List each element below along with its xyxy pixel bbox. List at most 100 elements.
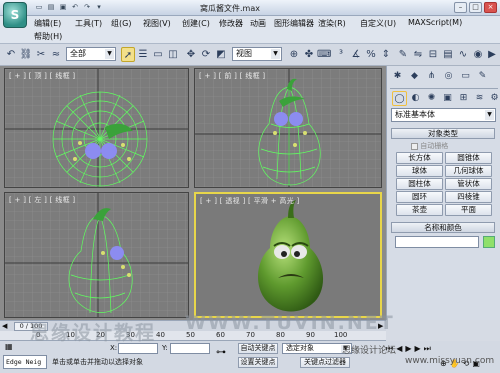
- window-crossing-icon[interactable]: ◫: [166, 47, 180, 62]
- cone-button[interactable]: 圆锥体: [445, 152, 492, 164]
- link-icon[interactable]: ⛓: [19, 47, 33, 62]
- minimize-button[interactable]: –: [454, 2, 467, 13]
- manipulate-icon[interactable]: ✤: [302, 47, 316, 62]
- unlink-icon[interactable]: ✂: [34, 47, 48, 62]
- modify-tab-icon[interactable]: ◆: [407, 69, 422, 84]
- auto-key-button[interactable]: 自动关键点: [238, 343, 278, 354]
- object-type-rollout[interactable]: 对象类型: [391, 128, 495, 139]
- create-subtabs: ◯ ◐ ✺ ▣ ⊞ ≋ ⚙: [390, 88, 499, 106]
- prev-frame-icon[interactable]: ◀: [2, 322, 7, 330]
- menu-modifiers[interactable]: 修改器: [219, 18, 243, 29]
- dropdown-icon[interactable]: ▾: [94, 3, 104, 12]
- shapes-icon[interactable]: ◐: [408, 91, 423, 106]
- open-icon[interactable]: ▤: [46, 3, 56, 12]
- close-button[interactable]: ×: [484, 2, 497, 13]
- name-color-rollout[interactable]: 名称和颜色: [391, 222, 495, 233]
- select-rotate-icon[interactable]: ⟳: [199, 47, 213, 62]
- select-object-icon[interactable]: ➚: [121, 47, 135, 62]
- teapot-button[interactable]: 茶壶: [396, 204, 443, 216]
- autogrid-row[interactable]: 自动栅格: [411, 141, 448, 151]
- viewport-left[interactable]: [ + ] [ 左 ] [ 线框 ]: [4, 192, 189, 318]
- menu-create[interactable]: 创建(C): [182, 18, 210, 29]
- layer-manager-icon[interactable]: ▤: [441, 47, 455, 62]
- menu-rendering[interactable]: 渲染(R): [318, 18, 346, 29]
- keyboard-shortcut-icon[interactable]: ⌨: [317, 47, 331, 62]
- spinner-snap-icon[interactable]: ⇕: [379, 47, 393, 62]
- material-editor-icon[interactable]: ◉: [471, 47, 485, 62]
- snap-3d-icon[interactable]: ³: [334, 47, 348, 62]
- menu-tools[interactable]: 工具(T): [75, 18, 102, 29]
- cylinder-button[interactable]: 圆柱体: [396, 178, 443, 190]
- motion-tab-icon[interactable]: ◎: [441, 69, 456, 84]
- selection-filter-dropdown[interactable]: 全部 ▼: [66, 47, 116, 61]
- torus-button[interactable]: 圆环: [396, 191, 443, 203]
- viewport-front-label[interactable]: [ + ] [ 前 ] [ 线框 ]: [199, 71, 265, 81]
- object-name-field[interactable]: [395, 236, 479, 248]
- maxscript-listener-field[interactable]: Edge Neig: [3, 355, 47, 369]
- menu-edit[interactable]: 编辑(E): [34, 18, 61, 29]
- plane-button[interactable]: 平面: [445, 204, 492, 216]
- new-icon[interactable]: ▭: [34, 3, 44, 12]
- pivot-center-icon[interactable]: ⊕: [287, 47, 301, 62]
- cameras-icon[interactable]: ▣: [440, 91, 455, 106]
- undo-icon[interactable]: ↶: [70, 3, 80, 12]
- angle-snap-icon[interactable]: ∡: [349, 47, 363, 62]
- object-color-swatch[interactable]: [483, 236, 495, 248]
- curve-editor-icon[interactable]: ∿: [456, 47, 470, 62]
- align-icon[interactable]: ⊟: [426, 47, 440, 62]
- category-dropdown[interactable]: 标准基本体 ▼: [391, 108, 496, 122]
- mirror-icon[interactable]: ⇋: [411, 47, 425, 62]
- next-key-icon[interactable]: ▶: [415, 344, 424, 353]
- bind-space-warp-icon[interactable]: ≈: [49, 47, 63, 62]
- helpers-icon[interactable]: ⊞: [456, 91, 471, 106]
- menu-view[interactable]: 视图(V): [143, 18, 171, 29]
- maximize-button[interactable]: □: [469, 2, 482, 13]
- go-to-end-icon[interactable]: ⏭: [424, 344, 434, 353]
- menu-help[interactable]: 帮助(H): [34, 31, 62, 42]
- lights-icon[interactable]: ✺: [424, 91, 439, 106]
- select-scale-icon[interactable]: ◩: [214, 47, 228, 62]
- save-icon[interactable]: ▣: [58, 3, 68, 12]
- undo-toolbar-icon[interactable]: ↶: [4, 47, 18, 62]
- menu-animation[interactable]: 动画: [250, 18, 266, 29]
- coord-y-field[interactable]: [170, 343, 210, 354]
- geometry-icon[interactable]: ◯: [392, 91, 407, 106]
- selection-lock-icon[interactable]: ▦: [5, 342, 15, 352]
- percent-snap-icon[interactable]: %: [364, 47, 378, 62]
- select-by-name-icon[interactable]: ☰: [136, 47, 150, 62]
- box-button[interactable]: 长方体: [396, 152, 443, 164]
- create-tab-icon[interactable]: ✱: [390, 69, 405, 84]
- rectangular-selection-icon[interactable]: ▭: [151, 47, 165, 62]
- render-icon[interactable]: ▶: [486, 47, 498, 62]
- menu-graph-editors[interactable]: 图形编辑器: [274, 18, 314, 29]
- viewport-left-label[interactable]: [ + ] [ 左 ] [ 线框 ]: [9, 195, 75, 205]
- prev-key-icon[interactable]: ◀: [396, 344, 405, 353]
- viewport-perspective[interactable]: [ + ] [ 透视 ] [ 平滑 + 高光 ]: [194, 192, 382, 318]
- geosphere-button[interactable]: 几何球体: [445, 165, 492, 177]
- reference-coord-dropdown[interactable]: 视图 ▼: [232, 47, 282, 61]
- tube-button[interactable]: 管状体: [445, 178, 492, 190]
- play-icon[interactable]: ▶: [405, 344, 414, 353]
- pyramid-button[interactable]: 四棱锥: [445, 191, 492, 203]
- named-selection-icon[interactable]: ✎: [396, 47, 410, 62]
- key-icon[interactable]: ⊶: [216, 347, 226, 358]
- viewport-top-label[interactable]: [ + ] [ 顶 ] [ 线框 ]: [9, 71, 75, 81]
- app-logo-button[interactable]: S: [3, 2, 27, 28]
- hierarchy-tab-icon[interactable]: ⋔: [424, 69, 439, 84]
- autogrid-checkbox[interactable]: [411, 142, 418, 150]
- redo-icon[interactable]: ↷: [82, 3, 92, 12]
- key-filters-button[interactable]: 关键点过滤器: [300, 357, 350, 368]
- systems-icon[interactable]: ⚙: [487, 91, 500, 106]
- utilities-tab-icon[interactable]: ✎: [475, 69, 490, 84]
- display-tab-icon[interactable]: ▭: [458, 69, 473, 84]
- viewport-perspective-label[interactable]: [ + ] [ 透视 ] [ 平滑 + 高光 ]: [200, 196, 300, 206]
- menu-maxscript[interactable]: MAXScript(M): [408, 18, 462, 27]
- menu-customize[interactable]: 自定义(U): [360, 18, 396, 29]
- set-key-button[interactable]: 设置关键点: [238, 357, 278, 368]
- viewport-front[interactable]: [ + ] [ 前 ] [ 线框 ]: [194, 68, 382, 188]
- space-warps-icon[interactable]: ≋: [472, 91, 487, 106]
- select-move-icon[interactable]: ✥: [184, 47, 198, 62]
- menu-group[interactable]: 组(G): [111, 18, 131, 29]
- sphere-button[interactable]: 球体: [396, 165, 443, 177]
- viewport-top[interactable]: [ + ] [ 顶 ] [ 线框 ]: [4, 68, 189, 188]
